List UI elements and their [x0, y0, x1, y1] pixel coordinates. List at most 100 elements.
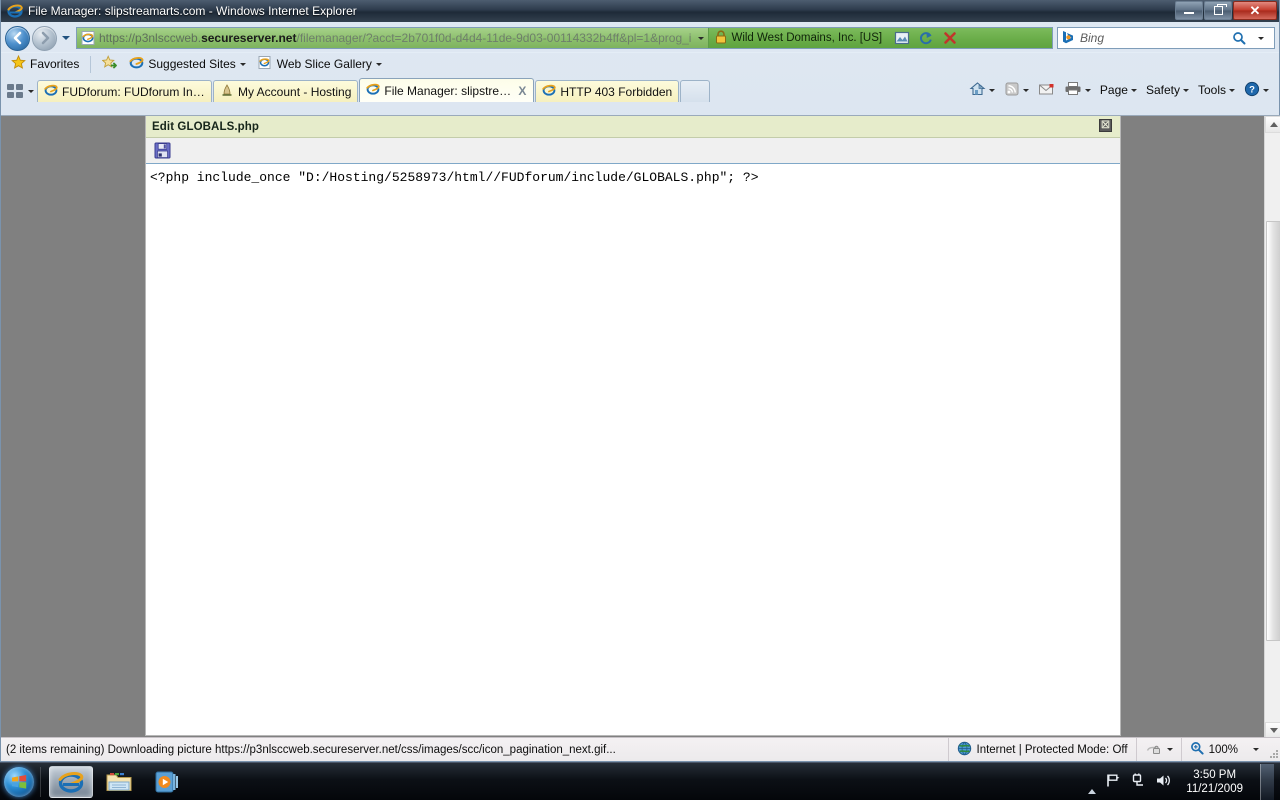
search-icon[interactable] — [1228, 28, 1250, 48]
chevron-down-icon[interactable] — [1229, 88, 1235, 92]
tab-favicon-hosting — [220, 83, 234, 100]
favorites-separator — [90, 55, 92, 73]
tab-list-button[interactable] — [26, 80, 36, 102]
refresh-icon[interactable] — [915, 28, 937, 48]
save-icon[interactable] — [154, 142, 171, 159]
taskbar-separator — [40, 766, 41, 797]
start-button[interactable] — [4, 766, 34, 797]
chevron-down-icon[interactable] — [1130, 88, 1137, 92]
back-button[interactable] — [5, 25, 30, 51]
chevron-down-icon[interactable] — [1084, 88, 1091, 92]
suggested-sites-button[interactable]: Suggested Sites — [125, 54, 249, 74]
zoom-level-control[interactable]: 100% — [1180, 738, 1267, 761]
address-bar[interactable]: https://p3nlsccweb.secureserver.net/file… — [76, 27, 1053, 49]
tab-favicon — [366, 82, 381, 99]
action-center-icon[interactable] — [1105, 773, 1121, 791]
windows-taskbar: 3:50 PM 11/21/2009 — [0, 762, 1280, 800]
zoom-level-label: 100% — [1208, 743, 1238, 756]
editor-toolbar — [146, 138, 1120, 164]
address-dropdown-button[interactable] — [694, 28, 709, 48]
system-tray: 3:50 PM 11/21/2009 — [1088, 763, 1280, 800]
close-button[interactable]: ✕ — [1233, 1, 1277, 20]
search-dropdown-icon[interactable] — [1250, 28, 1272, 48]
add-to-favorites-bar-button[interactable] — [98, 54, 121, 74]
close-icon[interactable]: ☒ — [1099, 119, 1112, 132]
internet-explorer-window: File Manager: slipstreamarts.com - Windo… — [0, 0, 1280, 762]
search-box[interactable]: Bing — [1057, 27, 1275, 49]
editor-title: Edit GLOBALS.php — [152, 120, 260, 133]
star-icon — [11, 54, 26, 73]
favorites-button[interactable]: Favorites — [7, 54, 83, 74]
home-button[interactable] — [965, 79, 999, 102]
taskbar-item-windows-media-player[interactable] — [145, 766, 189, 798]
file-editor-panel: Edit GLOBALS.php ☒ <?php include_once "D… — [145, 116, 1121, 736]
browser-content-area: Edit GLOBALS.php ☒ <?php include_once "D… — [1, 115, 1280, 739]
tab-file-manager[interactable]: File Manager: slipstrea... X — [359, 78, 535, 102]
minimize-button[interactable] — [1175, 1, 1203, 20]
privacy-report-button[interactable] — [1135, 738, 1181, 761]
network-icon[interactable] — [1130, 773, 1146, 791]
tab-http-403-forbidden[interactable]: HTTP 403 Forbidden — [535, 80, 680, 102]
window-title: File Manager: slipstreamarts.com - Windo… — [28, 4, 357, 18]
safety-menu-button[interactable]: Safety — [1142, 81, 1193, 99]
chevron-down-icon[interactable] — [1182, 88, 1189, 92]
add-star-icon — [101, 55, 118, 73]
new-tab-button[interactable] — [680, 80, 711, 102]
print-button[interactable] — [1060, 79, 1095, 101]
address-url-container[interactable]: https://p3nlsccweb.secureserver.net/file… — [77, 28, 695, 48]
page-menu-label: Page — [1099, 83, 1128, 97]
security-certificate-badge[interactable]: Wild West Domains, Inc. [US] — [708, 28, 889, 48]
show-desktop-button[interactable] — [1260, 763, 1274, 800]
tab-close-icon[interactable]: X — [517, 84, 527, 98]
taskbar-item-windows-explorer[interactable] — [97, 766, 141, 798]
web-slice-gallery-button[interactable]: Web Slice Gallery — [254, 54, 386, 74]
page-menu-button[interactable]: Page — [1096, 81, 1141, 99]
search-input[interactable]: Bing — [1076, 31, 1228, 45]
feeds-button[interactable] — [1000, 79, 1033, 102]
security-zone-indicator[interactable]: Internet | Protected Mode: Off — [947, 738, 1136, 761]
chevron-down-icon[interactable] — [1022, 88, 1029, 92]
help-button[interactable]: ? — [1240, 79, 1273, 102]
chevron-down-icon[interactable] — [988, 88, 995, 92]
scrollbar-thumb[interactable] — [1266, 221, 1280, 641]
quick-tabs-button[interactable] — [5, 80, 25, 102]
chevron-down-icon[interactable] — [375, 62, 382, 66]
url-path: /filemanager/?acct=2b701f0d-d4d4-11de-9d… — [296, 31, 692, 45]
code-editor-content[interactable]: <?php include_once "D:/Hosting/5258973/h… — [146, 164, 1120, 186]
chevron-down-icon[interactable] — [1253, 748, 1259, 751]
clock[interactable]: 3:50 PM 11/21/2009 — [1180, 768, 1249, 796]
scroll-up-icon[interactable] — [1265, 116, 1280, 133]
chevron-down-icon[interactable] — [1166, 748, 1173, 751]
url-host: secureserver.net — [201, 31, 297, 45]
chevron-down-icon[interactable] — [239, 62, 246, 66]
tab-fudforum[interactable]: FUDforum: FUDforum Inst... — [37, 80, 212, 102]
forward-button[interactable] — [32, 25, 57, 51]
taskbar-item-internet-explorer[interactable] — [49, 765, 93, 798]
internet-explorer-icon — [7, 3, 23, 19]
rss-feed-icon — [1004, 81, 1020, 100]
read-mail-button[interactable] — [1034, 80, 1059, 101]
bing-icon — [1060, 29, 1076, 48]
tools-menu-button[interactable]: Tools — [1194, 81, 1239, 99]
home-icon — [969, 81, 986, 100]
mail-icon — [1038, 82, 1055, 99]
show-hidden-icons-button[interactable] — [1088, 774, 1097, 794]
restore-button[interactable] — [1204, 1, 1232, 20]
resize-grip[interactable] — [1267, 738, 1280, 761]
compatibility-view-icon[interactable] — [891, 28, 913, 48]
stop-icon[interactable] — [939, 28, 961, 48]
address-bar-buttons — [888, 28, 1052, 48]
window-titlebar: File Manager: slipstreamarts.com - Windo… — [1, 0, 1279, 22]
globe-icon — [957, 741, 972, 759]
security-zone-label: Internet | Protected Mode: Off — [976, 743, 1128, 756]
screen: File Manager: slipstreamarts.com - Windo… — [0, 0, 1280, 800]
tab-bar: FUDforum: FUDforum Inst... My Account - … — [1, 75, 1279, 102]
tab-label: HTTP 403 Forbidden — [560, 84, 673, 99]
volume-icon[interactable] — [1155, 773, 1171, 791]
tab-my-account-hosting[interactable]: My Account - Hosting — [213, 80, 359, 102]
recent-pages-dropdown[interactable] — [59, 28, 72, 48]
chevron-down-icon[interactable] — [1263, 88, 1269, 92]
page-vertical-scrollbar[interactable] — [1264, 116, 1280, 739]
url-scheme: https — [99, 31, 126, 45]
internet-explorer-small-icon — [129, 55, 144, 73]
